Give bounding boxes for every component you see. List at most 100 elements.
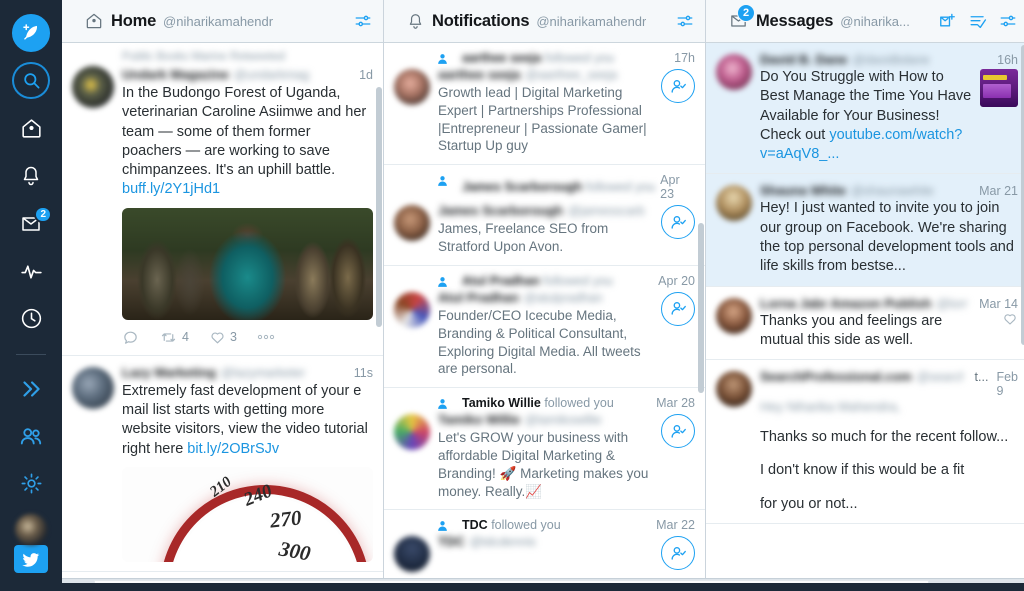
follow-back-button[interactable] [661,291,695,326]
message-header: SearchProfessional.com @searchprof t... … [760,369,1018,398]
column-handle-messages: @niharika... [840,13,910,29]
message-text: Hey! I just wanted to invite you to join… [760,200,1014,275]
notification-action-text: James Scarborough followed you [462,180,655,194]
notification-bio: Founder/CEO Icecube Media, Branding & Po… [438,307,641,377]
avatar[interactable] [716,371,752,408]
more-options-button[interactable] [257,334,275,340]
notification-name-row: James Scarborough @jamesscarb [438,203,653,218]
tweet-timestamp: 11s [353,365,373,380]
sidebar-item-accounts[interactable] [8,415,54,458]
scrollbar-messages[interactable] [1020,43,1024,583]
feather-plus-icon [23,23,38,40]
column-body-notifications[interactable]: aarthee seeja followed you 17h aarthee s… [384,43,705,583]
tweet-text: In the Budongo Forest of Uganda, veterin… [122,84,373,200]
column-settings-sliders-icon[interactable] [675,12,695,30]
avatar[interactable] [394,536,430,573]
message-header: David B. Dane @davidbdane 16h [760,52,1018,67]
avatar[interactable] [72,66,114,108]
left-sidebar: 2 [0,0,62,591]
scrollbar-thumb-notifications[interactable] [698,223,704,393]
notification-header: Atul Pradhan followed you Apr 20 [394,274,695,288]
notification-item[interactable]: Atul Pradhan followed you Apr 20 Atul Pr… [384,266,705,389]
sidebar-item-search[interactable] [12,61,50,100]
column-settings-sliders-icon[interactable] [998,12,1018,30]
notification-item[interactable]: aarthee seeja followed you 17h aarthee s… [384,43,705,166]
notification-item[interactable]: Tamiko Willie followed you Mar 28 Tamiko… [384,388,705,511]
tweet-item[interactable]: Lazy Marketing @lazymarketer 11s Extreme… [62,356,383,572]
notification-action: followed you [585,180,656,195]
person-add-icon [670,546,686,560]
avatar[interactable] [716,54,752,90]
column-notifications: 2 Notifications @niharikamahendr [384,0,706,583]
column-body-messages[interactable]: David B. Dane @davidbdane 16h Do You Str… [706,43,1024,583]
search-icon [23,73,39,89]
new-message-icon[interactable] [938,12,957,31]
notification-name-row: Tamiko Willie @tamikowillie [438,412,653,427]
follow-back-button[interactable] [661,69,695,103]
retweet-button[interactable]: 4 [159,329,189,346]
message-thumbnail[interactable] [980,69,1018,107]
sidebar-item-collapse[interactable] [8,367,54,410]
message-item[interactable]: Lorna Jabr Amazon Publish @lornajabr Mar… [706,287,1024,361]
tweet-media-image[interactable]: 210 240 270 300 [122,466,373,562]
follow-back-button[interactable] [661,414,695,449]
like-message-button[interactable] [996,311,1018,332]
avatar[interactable] [394,69,430,105]
sidebar-divider [16,354,46,356]
message-time-prefix: t... [974,370,989,385]
scrollbar-thumb-home[interactable] [376,87,382,327]
reply-button[interactable] [122,329,139,346]
message-content: Lorna Jabr Amazon Publish @lornajabr Mar… [760,296,1018,351]
avatar[interactable] [72,366,114,409]
sidebar-item-settings[interactable] [8,462,54,505]
notification-item[interactable]: TDC followed you Mar 22 TDC @tdcdennis [384,510,705,583]
scrollbar-home[interactable] [375,43,383,583]
notification-item[interactable]: James Scarborough followed you Apr 23 Ja… [384,165,705,266]
tweet-item[interactable]: Public Books Marine Retweeted Undark Mag… [62,43,383,356]
tweet-action-bar: 4 3 [122,329,373,346]
message-item[interactable]: David B. Dane @davidbdane 16h Do You Str… [706,43,1024,175]
message-item[interactable]: Shauna White @shaunawhite Mar 21 Hey! I … [706,174,1024,287]
user-avatar[interactable] [15,513,47,546]
message-text-row: Do You Struggle with How to Best Manage … [760,67,1018,164]
tweet-link[interactable]: bit.ly/2OBrSJv [187,441,279,457]
sidebar-item-messages[interactable]: 2 [8,202,54,245]
avatar[interactable] [716,185,752,222]
follow-back-button[interactable] [661,205,695,240]
notification-name: TDC [438,534,465,550]
tweet-link[interactable]: buff.ly/2Y1jHd1 [122,181,220,197]
avatar[interactable] [394,205,430,242]
notification-handle: @aarthee_seeja [525,68,618,82]
tweet-media-image[interactable] [122,207,373,320]
notification-body: Atul Pradhan @atulpradhan Founder/CEO Ic… [394,290,695,378]
twitter-logo-button[interactable] [14,545,48,573]
message-timestamp: Mar 14 [979,296,1018,311]
column-messages: 3 2 Messages @niharika... [706,0,1024,583]
tweet-header: Lazy Marketing @lazymarketer 11s [122,365,373,380]
sidebar-item-notifications[interactable] [8,155,54,198]
avatar[interactable] [394,414,430,451]
mark-all-read-icon[interactable] [968,12,987,31]
avatar[interactable] [394,291,430,328]
like-button[interactable]: 3 [209,329,237,346]
message-timestamp: Feb 9 [996,370,1018,399]
sidebar-item-scheduled[interactable] [8,297,54,340]
sidebar-item-activity[interactable] [8,249,54,292]
column-title-notifications: Notifications [432,11,530,30]
column-body-home[interactable]: Public Books Marine Retweeted Undark Mag… [62,43,383,583]
avatar[interactable] [716,297,752,334]
message-text: Do You Struggle with How to Best Manage … [760,68,972,164]
notification-name: James Scarborough [438,203,563,219]
column-settings-sliders-icon[interactable] [353,12,373,30]
notification-header: TDC followed you Mar 22 [394,518,695,532]
message-sender-name: SearchProfessional.com [760,369,912,385]
message-item[interactable]: SearchProfessional.com @searchprof t... … [706,360,1024,524]
person-add-icon [670,79,686,93]
heart-icon [1004,313,1016,325]
column-header-home: Home @niharikamahendr [62,0,383,43]
scrollbar-notifications[interactable] [697,43,705,583]
follow-back-button[interactable] [661,536,695,571]
person-icon [438,54,447,64]
sidebar-item-home[interactable] [8,107,54,150]
compose-tweet-button[interactable] [12,14,50,52]
